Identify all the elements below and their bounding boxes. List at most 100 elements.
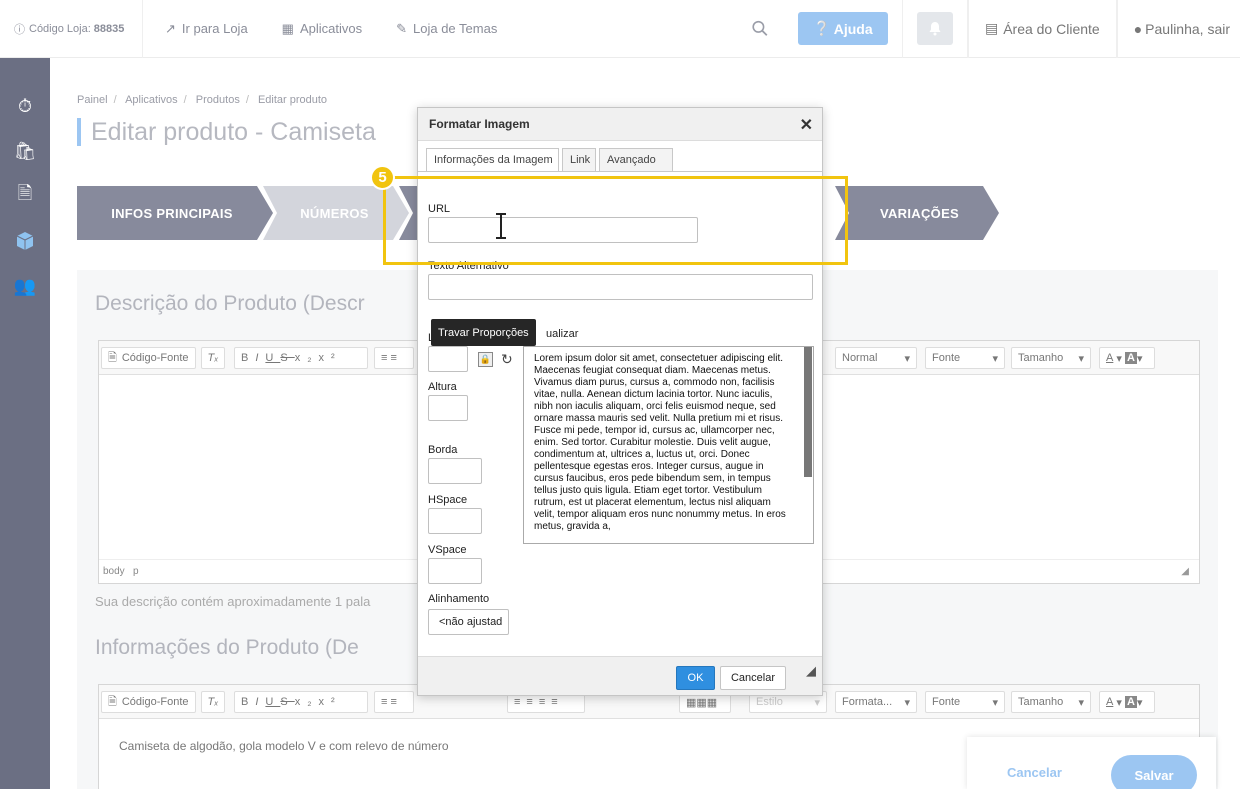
step-badge: 5 (370, 165, 395, 190)
breadcrumb-current: Editar produto (257, 94, 328, 106)
cancel-button[interactable]: Cancelar (1007, 765, 1062, 780)
remove-format-icon[interactable]: Tₓ (201, 691, 225, 713)
theme-store-link[interactable]: ✎ Loja de Temas (374, 0, 509, 58)
store-code-value: 88835 (93, 22, 125, 35)
tab-image-info[interactable]: Informações da Imagem (426, 148, 559, 172)
users-icon[interactable]: 👥 (0, 272, 50, 300)
dashboard-icon[interactable]: ⏱ (0, 92, 50, 120)
help-label: Ajuda (833, 20, 873, 37)
search-button[interactable] (736, 0, 784, 58)
chevron-down-icon: ▾ (814, 696, 820, 709)
lock-ratio-tooltip: Travar Proporções (431, 319, 536, 346)
notifications-cell (901, 0, 968, 58)
vspace-input[interactable] (428, 558, 482, 584)
width-input[interactable] (428, 346, 468, 372)
user-icon: ● (1133, 20, 1143, 37)
font-select-label: Fonte (932, 352, 961, 364)
grid-icon: ▦ (281, 20, 294, 36)
chevron-down-icon: ▾ (992, 352, 998, 365)
ok-button[interactable]: OK (676, 666, 715, 690)
notifications-button[interactable] (916, 12, 953, 45)
text-cursor-icon (496, 213, 506, 239)
font-select[interactable]: Fonte ▾ (925, 347, 1005, 369)
image-preview[interactable]: Lorem ipsum dolor sit amet, consectetuer… (523, 346, 814, 544)
tab-link[interactable]: Link (562, 148, 596, 172)
border-label: Borda (428, 444, 458, 456)
format-select[interactable]: Normal ▾ (835, 347, 917, 369)
breadcrumb-item[interactable]: Produtos (196, 94, 240, 106)
alt-text-input[interactable] (428, 274, 813, 300)
list-icon[interactable]: ≡ ≡ (374, 347, 414, 369)
text-style-buttons[interactable]: B I U Sx₂x² (234, 347, 368, 369)
id-card-icon: ▤ (984, 20, 999, 36)
status-path-item[interactable]: body (103, 566, 125, 577)
reset-size-icon[interactable]: ↻ (501, 351, 513, 368)
chevron-down-icon: ▾ (992, 696, 998, 709)
preview-text: Lorem ipsum dolor sit amet, consectetuer… (534, 353, 786, 532)
step-numbers[interactable]: NÚMEROS (267, 186, 402, 240)
bell-icon (929, 22, 941, 36)
user-label: Paulinha, sair (1145, 20, 1230, 37)
size-select-label: Tamanho (1018, 352, 1064, 364)
info-section-title: Informações do Produto (De (95, 636, 359, 659)
help-cell: ❔ Ajuda (784, 0, 902, 58)
source-code-button[interactable]: 🗎 Código-Fonte (101, 347, 196, 369)
resize-handle-icon[interactable]: ◢ (806, 663, 816, 679)
client-area-label: Área do Cliente (1003, 20, 1100, 37)
go-to-store-link[interactable]: ↗ Ir para Loja (143, 0, 260, 58)
save-footer: Cancelar Salvar (967, 737, 1216, 789)
close-icon[interactable]: ✕ (800, 115, 813, 135)
format-select-label: Formata... (842, 696, 893, 708)
dialog-cancel-button[interactable]: Cancelar (720, 666, 786, 690)
shopping-bag-icon[interactable]: 🛍 (0, 137, 50, 165)
tutorial-highlight (383, 176, 848, 265)
font-select-label: Fonte (932, 696, 961, 708)
source-code-label: Código-Fonte (121, 696, 189, 708)
preview-scrollbar[interactable] (804, 347, 812, 477)
text-style-buttons[interactable]: B I U Sx₂x² (234, 691, 368, 713)
style-select-label: Estilo (756, 696, 783, 708)
format-select[interactable]: Formata... ▾ (835, 691, 917, 713)
dialog-footer: OK Cancelar ◢ (418, 656, 822, 695)
save-button[interactable]: Salvar (1111, 755, 1197, 789)
go-to-store-label: Ir para Loja (181, 21, 248, 36)
resize-handle-icon[interactable]: ◢ (1181, 566, 1189, 577)
box-icon[interactable] (0, 227, 50, 255)
border-input[interactable] (428, 458, 482, 484)
info-icon: ⓘ (14, 23, 25, 36)
document-icon[interactable]: 🗎 (0, 182, 50, 210)
step-main-info[interactable]: INFOS PRINCIPAIS (77, 186, 267, 240)
apps-link[interactable]: ▦ Aplicativos (260, 0, 374, 58)
source-code-label: Código-Fonte (121, 352, 189, 364)
text-color-icon[interactable]: A ▾ A ▾ (1099, 691, 1155, 713)
height-input[interactable] (428, 395, 468, 421)
question-icon: ❔ (813, 20, 831, 36)
text-color-icon[interactable]: A ▾ A ▾ (1099, 347, 1155, 369)
status-path-item[interactable]: p (133, 566, 139, 577)
lock-ratio-icon[interactable]: 🔒 (478, 352, 493, 367)
font-select[interactable]: Fonte ▾ (925, 691, 1005, 713)
theme-store-label: Loja de Temas (413, 21, 498, 36)
format-select-label: Normal (842, 352, 878, 364)
step-variations[interactable]: VARIAÇÕES (847, 186, 992, 240)
source-code-button[interactable]: 🗎 Código-Fonte (101, 691, 196, 713)
tab-advanced[interactable]: Avançado (599, 148, 673, 172)
hspace-input[interactable] (428, 508, 482, 534)
top-bar: ⓘ Código Loja: 88835 ↗ Ir para Loja ▦ Ap… (0, 0, 1240, 58)
chevron-down-icon: ▾ (1078, 696, 1084, 709)
page-title: Editar produto - Camiseta (77, 118, 376, 146)
client-area-link[interactable]: ▤ Área do Cliente (967, 0, 1117, 58)
size-select[interactable]: Tamanho ▾ (1011, 347, 1091, 369)
remove-format-icon[interactable]: Tₓ (201, 347, 225, 369)
search-icon (752, 20, 768, 36)
store-code-label: Código Loja: (29, 22, 91, 35)
user-menu[interactable]: ● Paulinha, sair (1116, 0, 1240, 58)
breadcrumb-item[interactable]: Painel (77, 94, 108, 106)
source-icon: 🗎 (108, 695, 117, 708)
breadcrumb-item[interactable]: Aplicativos (125, 94, 178, 106)
help-button[interactable]: ❔ Ajuda (797, 12, 888, 45)
alignment-select[interactable]: <não ajustad (428, 609, 509, 635)
height-label: Altura (428, 381, 457, 393)
size-select[interactable]: Tamanho ▾ (1011, 691, 1091, 713)
list-icon[interactable]: ≡ ≡ (374, 691, 414, 713)
